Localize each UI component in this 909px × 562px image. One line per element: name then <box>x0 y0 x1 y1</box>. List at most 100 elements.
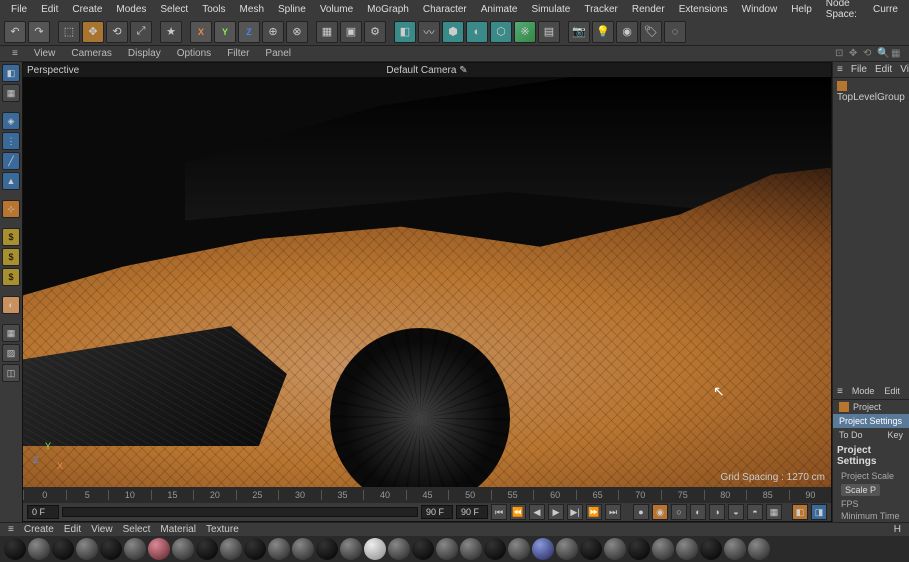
filter-menu[interactable]: Filter <box>219 48 257 59</box>
workplane-1[interactable]: ▦ <box>2 324 20 342</box>
render-settings-button[interactable]: ⚙ <box>364 21 386 43</box>
cameras-menu[interactable]: Cameras <box>63 48 120 59</box>
rotate-tool[interactable]: ⟲ <box>106 21 128 43</box>
render-picture-button[interactable]: ▣ <box>340 21 362 43</box>
tab-mode[interactable]: Mode <box>847 386 880 399</box>
menu-window[interactable]: Window <box>735 4 785 15</box>
start-frame-field[interactable]: 0 F <box>27 505 59 519</box>
bulb-button[interactable]: ◌ <box>664 21 686 43</box>
next-key-button[interactable]: ⏩ <box>586 504 602 520</box>
snap-1[interactable]: $ <box>2 228 20 246</box>
scene-button[interactable]: ◉ <box>616 21 638 43</box>
menu-animate[interactable]: Animate <box>474 4 525 15</box>
node-space-value[interactable]: Curre <box>866 4 905 15</box>
goto-start-button[interactable]: ⏮ <box>491 504 507 520</box>
menu-tracker[interactable]: Tracker <box>577 4 625 15</box>
prev-key-button[interactable]: ⏪ <box>510 504 526 520</box>
menu-mesh[interactable]: Mesh <box>233 4 271 15</box>
point-mode[interactable]: ⋮ <box>2 132 20 150</box>
mat-select[interactable]: Select <box>123 524 151 535</box>
viewport-solo[interactable]: ◐ <box>2 296 20 314</box>
mat-texture[interactable]: Texture <box>206 524 239 535</box>
next-frame-button[interactable]: ▶| <box>567 504 583 520</box>
mat-material[interactable]: Material <box>160 524 196 535</box>
menu-character[interactable]: Character <box>416 4 474 15</box>
tab-edit[interactable]: Edit <box>879 386 905 399</box>
move-tool[interactable]: ✥ <box>82 21 104 43</box>
options-menu[interactable]: Options <box>169 48 219 59</box>
menu-mograph[interactable]: MoGraph <box>360 4 416 15</box>
snap-2[interactable]: $ <box>2 248 20 266</box>
object-tree[interactable]: TopLevelGroup <box>833 78 909 106</box>
menu-simulate[interactable]: Simulate <box>524 4 577 15</box>
axis-z-toggle[interactable]: Z <box>238 21 260 43</box>
poly-mode[interactable]: ▲ <box>2 172 20 190</box>
select-tool[interactable]: ⬚ <box>58 21 80 43</box>
mat-edit[interactable]: Edit <box>64 524 81 535</box>
vp-nav-2[interactable]: ✥ <box>849 48 859 59</box>
tag-button[interactable]: 🏷 <box>640 21 662 43</box>
record-button[interactable]: ● <box>633 504 649 520</box>
axis-x-toggle[interactable]: X <box>190 21 212 43</box>
display-menu[interactable]: Display <box>120 48 169 59</box>
menu-spline[interactable]: Spline <box>271 4 313 15</box>
vp-nav-3[interactable]: ⟲ <box>863 48 873 59</box>
menu-help[interactable]: Help <box>784 4 819 15</box>
timeline-slider[interactable] <box>62 507 418 517</box>
mat-create[interactable]: Create <box>24 524 54 535</box>
prev-frame-button[interactable]: ◀ <box>529 504 545 520</box>
coord-system-2[interactable]: ⊗ <box>286 21 308 43</box>
deformer-button[interactable]: ◐ <box>466 21 488 43</box>
project-row[interactable]: Project <box>833 400 909 414</box>
viewport[interactable]: Perspective Default Camera ✎ ↖ YXZ Grid … <box>22 62 832 522</box>
generator-button[interactable]: ⬢ <box>442 21 464 43</box>
key-s-button[interactable]: ◐ <box>690 504 706 520</box>
autokey-button[interactable]: ◉ <box>652 504 668 520</box>
tree-item[interactable]: TopLevelGroup <box>837 92 905 103</box>
hamburger-icon[interactable]: ≡ <box>833 386 847 399</box>
menu-modes[interactable]: Modes <box>109 4 153 15</box>
snap-3[interactable]: $ <box>2 268 20 286</box>
spline-primitive[interactable]: 〰 <box>418 21 440 43</box>
coord-system[interactable]: ⊕ <box>262 21 284 43</box>
keymode-button[interactable]: ▦ <box>766 504 782 520</box>
axis-y-toggle[interactable]: Y <box>214 21 236 43</box>
texture-mode[interactable]: ▦ <box>2 84 20 102</box>
om-edit[interactable]: Edit <box>875 64 892 75</box>
hamburger-icon[interactable]: ≡ <box>4 48 26 59</box>
field-button[interactable]: ⬡ <box>490 21 512 43</box>
menu-volume[interactable]: Volume <box>313 4 360 15</box>
recent-tool[interactable]: ★ <box>160 21 182 43</box>
light-button[interactable]: 💡 <box>592 21 614 43</box>
menu-extensions[interactable]: Extensions <box>672 4 735 15</box>
project-scale-field[interactable]: Project Scale <box>833 470 909 482</box>
vp-nav-1[interactable]: ⊡ <box>835 48 845 59</box>
cube-primitive[interactable]: ◧ <box>394 21 416 43</box>
workplane-3[interactable]: ◫ <box>2 364 20 382</box>
hamburger-icon[interactable]: ≡ <box>837 64 843 75</box>
workplane-2[interactable]: ▨ <box>2 344 20 362</box>
om-view[interactable]: View <box>900 64 909 75</box>
vp-nav-4[interactable]: 🔍 <box>877 48 887 59</box>
object-mode[interactable]: ◈ <box>2 112 20 130</box>
key-pla-button[interactable]: ◒ <box>728 504 744 520</box>
mat-view[interactable]: View <box>91 524 113 535</box>
render-view-button[interactable]: ▦ <box>316 21 338 43</box>
play-button[interactable]: ▶ <box>548 504 564 520</box>
min-time-field[interactable]: Minimum Time <box>833 510 909 522</box>
volume-button[interactable]: ▤ <box>538 21 560 43</box>
menu-select[interactable]: Select <box>153 4 195 15</box>
axis-mode[interactable]: ⊹ <box>2 200 20 218</box>
key-param-button[interactable]: ◓ <box>747 504 763 520</box>
scale-project-button[interactable]: Scale P <box>841 484 880 496</box>
om-file[interactable]: File <box>851 64 867 75</box>
camera-button[interactable]: 📷 <box>568 21 590 43</box>
hamburger-icon[interactable]: ≡ <box>8 524 14 535</box>
model-mode[interactable]: ◧ <box>2 64 20 82</box>
layout-2-button[interactable]: ◨ <box>811 504 827 520</box>
key-tab[interactable]: Key <box>881 428 909 442</box>
redo-button[interactable]: ↷ <box>28 21 50 43</box>
menu-create[interactable]: Create <box>65 4 109 15</box>
current-frame-field[interactable]: 90 F <box>421 505 453 519</box>
scale-tool[interactable]: ⤢ <box>130 21 152 43</box>
